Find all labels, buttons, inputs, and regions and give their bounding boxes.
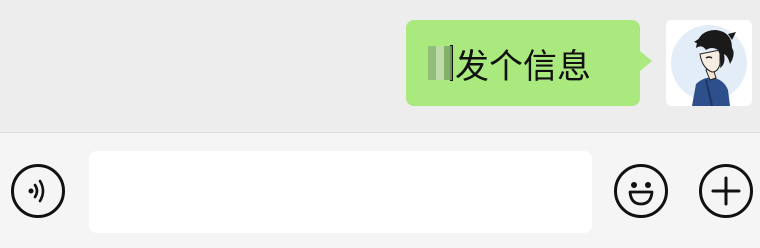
chat-area: 发个信息 [0, 0, 760, 132]
message-input[interactable] [89, 151, 592, 233]
voice-wave-icon [28, 179, 45, 203]
anime-boy-avatar-icon [666, 20, 752, 106]
voice-button[interactable] [11, 164, 65, 218]
smiley-face-icon [628, 182, 654, 206]
message-text: 发个信息 [455, 46, 591, 87]
message-bubble[interactable]: 发个信息 [406, 20, 652, 106]
more-button[interactable] [699, 164, 753, 218]
emoji-button[interactable] [614, 164, 668, 218]
pixelated-text-fragment [428, 46, 452, 80]
plus-icon [711, 176, 741, 206]
avatar[interactable] [666, 20, 752, 106]
